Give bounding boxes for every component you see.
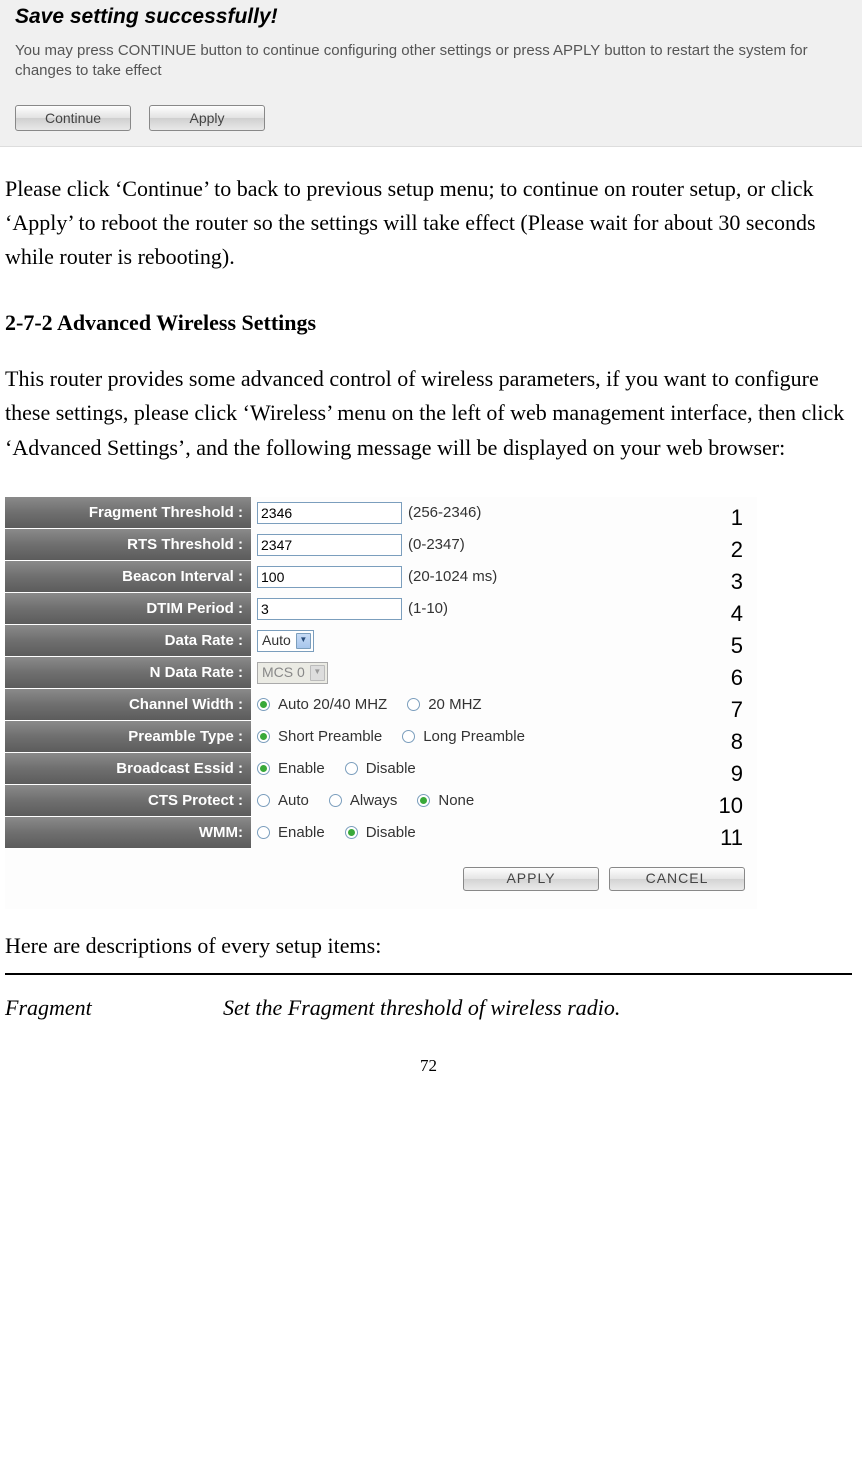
radio-label: Long Preamble	[423, 725, 525, 748]
radio-button[interactable]	[329, 794, 342, 807]
select-dropdown[interactable]: Auto ▼	[257, 630, 314, 652]
setting-value: (20-1024 ms)	[251, 561, 757, 593]
save-success-title: Save setting successfully!	[15, 5, 847, 29]
radio-button[interactable]	[257, 730, 270, 743]
setting-row: RTS Threshold :(0-2347)2	[5, 529, 757, 561]
radio-button[interactable]	[257, 762, 270, 775]
setting-label: DTIM Period :	[5, 593, 251, 625]
setting-value: (1-10)	[251, 593, 757, 625]
setting-row: Channel Width :Auto 20/40 MHZ20 MHZ7	[5, 689, 757, 721]
radio-label: Auto	[278, 789, 309, 812]
radio-label: Auto 20/40 MHZ	[278, 693, 387, 716]
radio-button[interactable]	[257, 698, 270, 711]
setting-label: Fragment Threshold :	[5, 497, 251, 529]
text-input[interactable]	[257, 598, 402, 620]
setting-value: Auto Always None	[251, 785, 757, 817]
setting-row: Broadcast Essid :EnableDisable9	[5, 753, 757, 785]
radio-label: Disable	[366, 821, 416, 844]
input-hint: (0-2347)	[408, 533, 465, 556]
setting-label: Data Rate :	[5, 625, 251, 657]
desc-def: Set the Fragment threshold of wireless r…	[223, 991, 852, 1025]
apply-button[interactable]: Apply	[149, 105, 265, 131]
setting-row: WMM:EnableDisable11	[5, 817, 757, 849]
setting-value: Enable Disable	[251, 817, 757, 849]
desc-term: Fragment	[5, 991, 223, 1025]
input-hint: (20-1024 ms)	[408, 565, 497, 588]
setting-row: N Data Rate :MCS 0▼6	[5, 657, 757, 689]
radio-label: Disable	[366, 757, 416, 780]
section-title: 2-7-2 Advanced Wireless Settings	[5, 306, 852, 340]
callout-number: 11	[720, 821, 743, 855]
radio-button[interactable]	[257, 826, 270, 839]
setting-label: Beacon Interval :	[5, 561, 251, 593]
radio-button[interactable]	[417, 794, 430, 807]
setting-value: Auto ▼	[251, 625, 757, 657]
setting-label: Channel Width :	[5, 689, 251, 721]
setting-row: CTS Protect :AutoAlwaysNone10	[5, 785, 757, 817]
advanced-settings-panel: Fragment Threshold :(256-2346)1RTS Thres…	[5, 497, 757, 909]
setting-label: CTS Protect :	[5, 785, 251, 817]
setting-row: Data Rate :Auto▼5	[5, 625, 757, 657]
setting-value: (256-2346)	[251, 497, 757, 529]
radio-button[interactable]	[407, 698, 420, 711]
desc-row: Fragment Set the Fragment threshold of w…	[5, 973, 852, 1025]
radio-label: Always	[350, 789, 398, 812]
setting-label: RTS Threshold :	[5, 529, 251, 561]
page-number: 72	[5, 1053, 852, 1079]
select-value: Auto	[262, 630, 291, 652]
setting-value: (0-2347)	[251, 529, 757, 561]
setting-row: Preamble Type : Short Preamble Long Preamb…	[5, 721, 757, 753]
setting-value: Enable Disable	[251, 753, 757, 785]
setting-row: DTIM Period :(1-10)4	[5, 593, 757, 625]
paragraph-advanced-intro: This router provides some advanced contr…	[5, 362, 852, 464]
text-input[interactable]	[257, 566, 402, 588]
chevron-down-icon: ▼	[296, 633, 311, 649]
setting-value: Auto 20/40 MHZ 20 MHZ	[251, 689, 757, 721]
setting-label: Broadcast Essid :	[5, 753, 251, 785]
radio-button[interactable]	[345, 826, 358, 839]
save-success-text: You may press CONTINUE button to continu…	[15, 41, 847, 80]
select-dropdown: MCS 0 ▼	[257, 662, 328, 684]
paragraph-continue-apply: Please click ‘Continue’ to back to previ…	[5, 172, 852, 274]
radio-label: Short Preamble	[278, 725, 382, 748]
radio-button[interactable]	[345, 762, 358, 775]
setting-label: WMM:	[5, 817, 251, 849]
setting-row: Fragment Threshold :(256-2346)1	[5, 497, 757, 529]
setting-label: Preamble Type :	[5, 721, 251, 753]
continue-button[interactable]: Continue	[15, 105, 131, 131]
desc-intro: Here are descriptions of every setup ite…	[5, 929, 852, 963]
chevron-down-icon: ▼	[310, 665, 325, 681]
setting-value: MCS 0 ▼	[251, 657, 757, 689]
radio-button[interactable]	[257, 794, 270, 807]
radio-label: None	[438, 789, 474, 812]
radio-label: 20 MHZ	[428, 693, 481, 716]
select-value: MCS 0	[262, 662, 305, 684]
setting-value: Short Preamble Long Preamble	[251, 721, 757, 753]
radio-label: Enable	[278, 757, 325, 780]
settings-apply-button[interactable]: APPLY	[463, 867, 599, 891]
input-hint: (256-2346)	[408, 501, 481, 524]
text-input[interactable]	[257, 534, 402, 556]
settings-cancel-button[interactable]: CANCEL	[609, 867, 745, 891]
input-hint: (1-10)	[408, 597, 448, 620]
radio-button[interactable]	[402, 730, 415, 743]
text-input[interactable]	[257, 502, 402, 524]
save-success-panel: Save setting successfully! You may press…	[0, 0, 862, 147]
setting-label: N Data Rate :	[5, 657, 251, 689]
radio-label: Enable	[278, 821, 325, 844]
setting-row: Beacon Interval :(20-1024 ms)3	[5, 561, 757, 593]
